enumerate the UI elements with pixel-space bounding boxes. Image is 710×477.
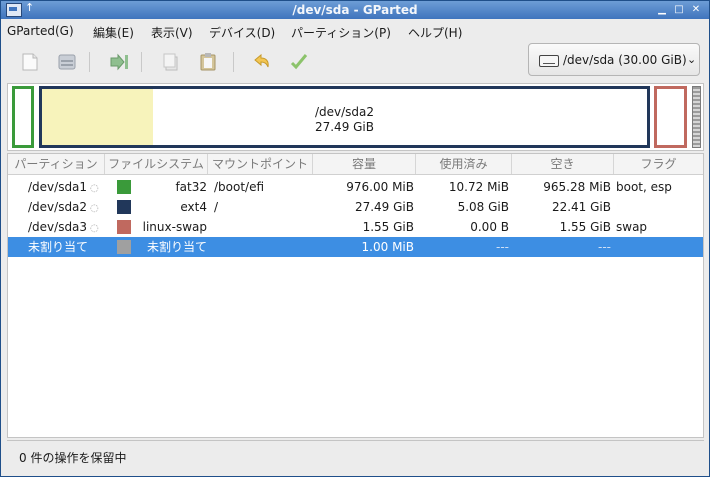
toolbar-separator <box>233 52 234 72</box>
filesystem-cell: ext4 <box>180 200 207 214</box>
menu-partition[interactable]: パーティション(P) <box>291 24 391 41</box>
flags-cell: boot, esp <box>616 180 672 194</box>
column-header-mountpoint[interactable]: マウントポイント <box>208 154 313 174</box>
partition-block-sda3[interactable] <box>654 86 687 148</box>
delete-icon[interactable] <box>57 52 77 72</box>
size-cell: 976.00 MiB <box>346 180 414 194</box>
pending-operations-status: 0 件の操作を保留中 <box>19 451 127 465</box>
flags-cell: swap <box>616 220 648 234</box>
column-header-free[interactable]: 空き <box>512 154 614 174</box>
lock-icon: ◌ <box>90 223 99 234</box>
disk-icon <box>539 55 559 67</box>
filesystem-color-swatch <box>117 200 131 214</box>
free-cell: 1.55 GiB <box>559 220 611 234</box>
filesystem-cell: linux-swap <box>142 220 207 234</box>
partition-map: /dev/sda2 27.49 GiB <box>7 83 704 151</box>
title-bar: ↑ /dev/sda - GParted ▁ □ ✕ <box>1 1 709 19</box>
used-cell: 10.72 MiB <box>448 180 509 194</box>
chevron-down-icon: ⌄ <box>687 53 697 66</box>
partition-name: /dev/sda1 ◌ <box>28 177 99 197</box>
close-button[interactable]: ✕ <box>689 4 703 16</box>
partition-name: 未割り当て <box>28 240 89 254</box>
column-header-flags[interactable]: フラグ <box>614 154 703 174</box>
partition-name: /dev/sda2 ◌ <box>28 197 99 217</box>
partition-map-size: 27.49 GiB <box>314 120 375 134</box>
mountpoint-cell: / <box>214 200 219 214</box>
column-header-partition[interactable]: パーティション <box>8 154 105 174</box>
table-row-selected[interactable]: 未割り当て 未割り当て 1.00 MiB --- --- <box>8 237 703 257</box>
partition-table: パーティション ファイルシステム マウントポイント 容量 使用済み 空き フラグ… <box>7 153 704 438</box>
column-header-size[interactable]: 容量 <box>313 154 416 174</box>
mountpoint-cell: /boot/efi <box>214 180 265 194</box>
copy-icon[interactable] <box>161 52 181 72</box>
size-cell: 27.49 GiB <box>354 200 414 214</box>
filesystem-color-swatch <box>117 220 131 234</box>
apply-icon[interactable] <box>289 52 309 72</box>
toolbar-separator <box>89 52 90 72</box>
table-row[interactable]: /dev/sda1 ◌ fat32 /boot/efi 976.00 MiB 10… <box>8 177 703 197</box>
used-cell: --- <box>496 240 509 254</box>
undo-icon[interactable] <box>251 52 271 72</box>
lock-icon: ◌ <box>90 183 99 194</box>
partition-map-label: /dev/sda2 <box>314 105 375 119</box>
table-row[interactable]: /dev/sda2 ◌ ext4 / 27.49 GiB 5.08 GiB 22.… <box>8 197 703 217</box>
free-cell: --- <box>598 240 611 254</box>
free-cell: 965.28 MiB <box>543 180 611 194</box>
minimize-button[interactable]: ▁ <box>655 4 669 16</box>
partition-name: /dev/sda3 ◌ <box>28 217 99 237</box>
filesystem-color-swatch <box>117 180 131 194</box>
toolbar: /dev/sda (30.00 GiB) ⌄ <box>1 42 709 82</box>
menu-help[interactable]: ヘルプ(H) <box>408 24 462 41</box>
size-cell: 1.55 GiB <box>362 220 414 234</box>
table-row[interactable]: /dev/sda3 ◌ linux-swap 1.55 GiB 0.00 B 1.… <box>8 217 703 237</box>
gparted-window: ↑ /dev/sda - GParted ▁ □ ✕ GParted(G) 編集… <box>0 0 710 477</box>
new-icon[interactable] <box>20 52 40 72</box>
filesystem-cell: fat32 <box>175 180 207 194</box>
column-header-filesystem[interactable]: ファイルシステム <box>105 154 208 174</box>
status-bar: 0 件の操作を保留中 <box>7 440 704 471</box>
paste-icon[interactable] <box>198 52 218 72</box>
used-cell: 0.00 B <box>470 220 509 234</box>
maximize-button[interactable]: □ <box>672 4 686 16</box>
menu-edit[interactable]: 編集(E) <box>93 24 134 41</box>
window-title: /dev/sda - GParted <box>292 3 418 17</box>
size-cell: 1.00 MiB <box>361 240 414 254</box>
filesystem-cell: 未割り当て <box>146 240 207 254</box>
table-header: パーティション ファイルシステム マウントポイント 容量 使用済み 空き フラグ <box>8 154 703 175</box>
used-cell: 5.08 GiB <box>457 200 509 214</box>
menu-gparted[interactable]: GParted(G) <box>7 24 74 38</box>
column-header-used[interactable]: 使用済み <box>416 154 512 174</box>
filesystem-color-swatch <box>117 240 131 254</box>
menu-bar: GParted(G) 編集(E) 表示(V) デバイス(D) パーティション(P… <box>1 20 709 42</box>
menu-device[interactable]: デバイス(D) <box>209 24 275 41</box>
free-cell: 22.41 GiB <box>551 200 611 214</box>
resize-move-icon[interactable] <box>109 52 129 72</box>
device-selector[interactable]: /dev/sda (30.00 GiB) ⌄ <box>528 43 700 76</box>
lock-icon: ◌ <box>90 203 99 214</box>
menu-view[interactable]: 表示(V) <box>151 24 193 41</box>
partition-block-sda1[interactable] <box>12 86 34 148</box>
partition-block-sda2[interactable]: /dev/sda2 27.49 GiB <box>39 86 650 148</box>
device-label: /dev/sda (30.00 GiB) <box>563 53 687 67</box>
toolbar-separator <box>141 52 142 72</box>
partition-block-unallocated[interactable] <box>692 86 701 148</box>
